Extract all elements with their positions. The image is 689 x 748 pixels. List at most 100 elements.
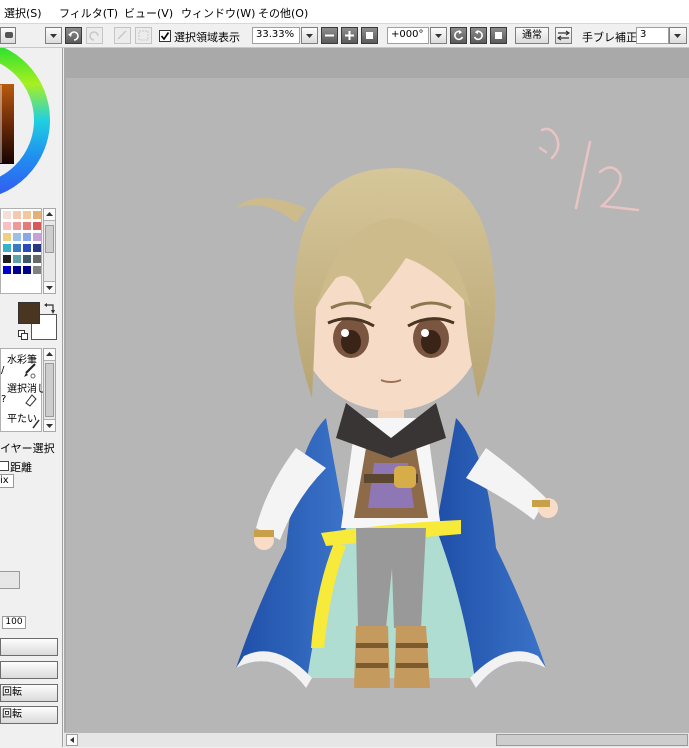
menu-other[interactable]: その他(O) [258,5,308,21]
panel-button-1[interactable] [0,638,58,656]
palette-swatch[interactable] [3,211,11,219]
layer-select-label: イヤー選択 [0,442,55,455]
invert-selection-button[interactable] [135,27,152,44]
scroll-down-arrow[interactable] [44,419,55,431]
palette-swatch[interactable] [13,244,21,252]
distance-checkbox[interactable] [0,461,9,471]
zoom-dropdown-button[interactable] [301,27,318,44]
scroll-left-arrow[interactable] [66,734,78,746]
selection-display-checkbox[interactable] [159,30,171,42]
primary-color[interactable] [18,302,40,324]
blend-mode-button[interactable]: 通常 [515,27,549,44]
left-cut-glyph-2: ? [1,394,7,405]
density-slider[interactable] [0,571,20,589]
scroll-thumb[interactable] [496,734,688,746]
stabilizer-select[interactable]: 3 [636,27,669,44]
rotate-button-2[interactable]: 回転 [0,706,58,724]
scroll-thumb[interactable] [45,363,54,417]
canvas-area[interactable] [64,48,689,732]
left-cut-glyph: / [1,365,5,376]
menu-dropdown-button[interactable] [45,27,62,44]
selection-display-label: 選択領域表示 [174,31,240,44]
canvas[interactable] [66,78,689,732]
menu-bar: 選択(S) フィルタ(T) ビュー(V) ウィンドウ(W) その他(O) [0,0,689,24]
distance-label: 距離 [10,461,32,474]
rotate-left-button[interactable] [450,27,467,44]
zoom-field[interactable]: 33.33% [252,27,300,44]
menu-filter[interactable]: フィルタ(T) [59,5,118,21]
tool-panel: 水彩筆 / 選択消し ? 平たい イヤー選択 距離 ix 100 回転 回転 [0,48,63,747]
palette-swatch[interactable] [23,211,31,219]
blend-dropdown[interactable]: ix [0,474,14,488]
rotation-dropdown-button[interactable] [430,27,447,44]
palette-swatch[interactable] [23,244,31,252]
reset-colors-icon[interactable] [18,330,28,340]
checkmark-icon [160,32,170,41]
flip-horizontal-button[interactable] [555,27,572,44]
rotation-field[interactable]: +000° [387,27,429,44]
palette-swatch[interactable] [23,266,31,274]
color-wheel[interactable] [0,48,60,198]
palette-swatch[interactable] [33,222,41,230]
plus-icon [345,31,354,40]
menu-window[interactable]: ウィンドウ(W) [181,5,255,21]
menu-select[interactable]: 選択(S) [4,5,42,21]
palette-swatch[interactable] [3,244,11,252]
brush-icon [24,363,36,379]
arrow-up-icon [46,352,53,356]
palette-swatch[interactable] [33,255,41,263]
palette-swatch[interactable] [33,233,41,241]
eraser-icon [25,394,37,407]
palette-swatch[interactable] [33,244,41,252]
palette-swatch[interactable] [13,222,21,230]
redo-button[interactable] [86,27,103,44]
stabilizer-dropdown-button[interactable] [669,27,687,44]
panel-toggle-button[interactable] [0,27,16,44]
rotation-reset-button[interactable] [490,27,507,44]
scroll-up-arrow[interactable] [44,349,55,361]
palette-swatch[interactable] [23,233,31,241]
palette-swatch[interactable] [33,266,41,274]
rotate-right-icon [473,30,483,41]
scroll-up-arrow[interactable] [44,209,55,221]
arrow-left-icon [70,737,74,743]
square-icon [366,32,373,39]
arrow-down-icon [46,286,53,290]
undo-icon [68,31,79,41]
zoom-in-button[interactable] [341,27,358,44]
menu-view[interactable]: ビュー(V) [124,5,173,21]
deselect-button[interactable] [114,27,131,44]
swap-colors-icon[interactable] [43,302,57,316]
palette-swatch[interactable] [13,233,21,241]
brush-scrollbar[interactable] [43,348,56,432]
flat-brush-icon [32,419,40,429]
palette-swatch[interactable] [13,266,21,274]
rotate-right-button[interactable] [470,27,487,44]
redo-icon [89,31,99,41]
panel-button-2[interactable] [0,661,58,679]
opacity-value[interactable]: 100 [2,616,26,629]
palette-swatch[interactable] [23,255,31,263]
stabilizer-label: 手ブレ補正 [582,31,637,44]
brush-tool-grid: 水彩筆 / 選択消し ? 平たい [0,348,47,432]
palette-swatch[interactable] [33,211,41,219]
undo-button[interactable] [65,27,82,44]
palette-swatch[interactable] [3,255,11,263]
zoom-reset-button[interactable] [361,27,378,44]
palette-scrollbar[interactable] [43,208,56,294]
scroll-thumb[interactable] [45,225,54,253]
scroll-down-arrow[interactable] [44,281,55,293]
zoom-out-button[interactable] [321,27,338,44]
square-icon [495,32,502,39]
palette-swatch[interactable] [3,233,11,241]
invert-selection-icon [138,30,149,41]
horizontal-scrollbar[interactable] [64,732,689,747]
palette-swatch[interactable] [3,222,11,230]
minus-icon [325,34,334,37]
chibi-character-illustration [236,168,558,688]
palette-swatch[interactable] [3,266,11,274]
palette-swatch[interactable] [13,211,21,219]
palette-swatch[interactable] [23,222,31,230]
palette-swatch[interactable] [13,255,21,263]
rotate-button-1[interactable]: 回転 [0,684,58,702]
